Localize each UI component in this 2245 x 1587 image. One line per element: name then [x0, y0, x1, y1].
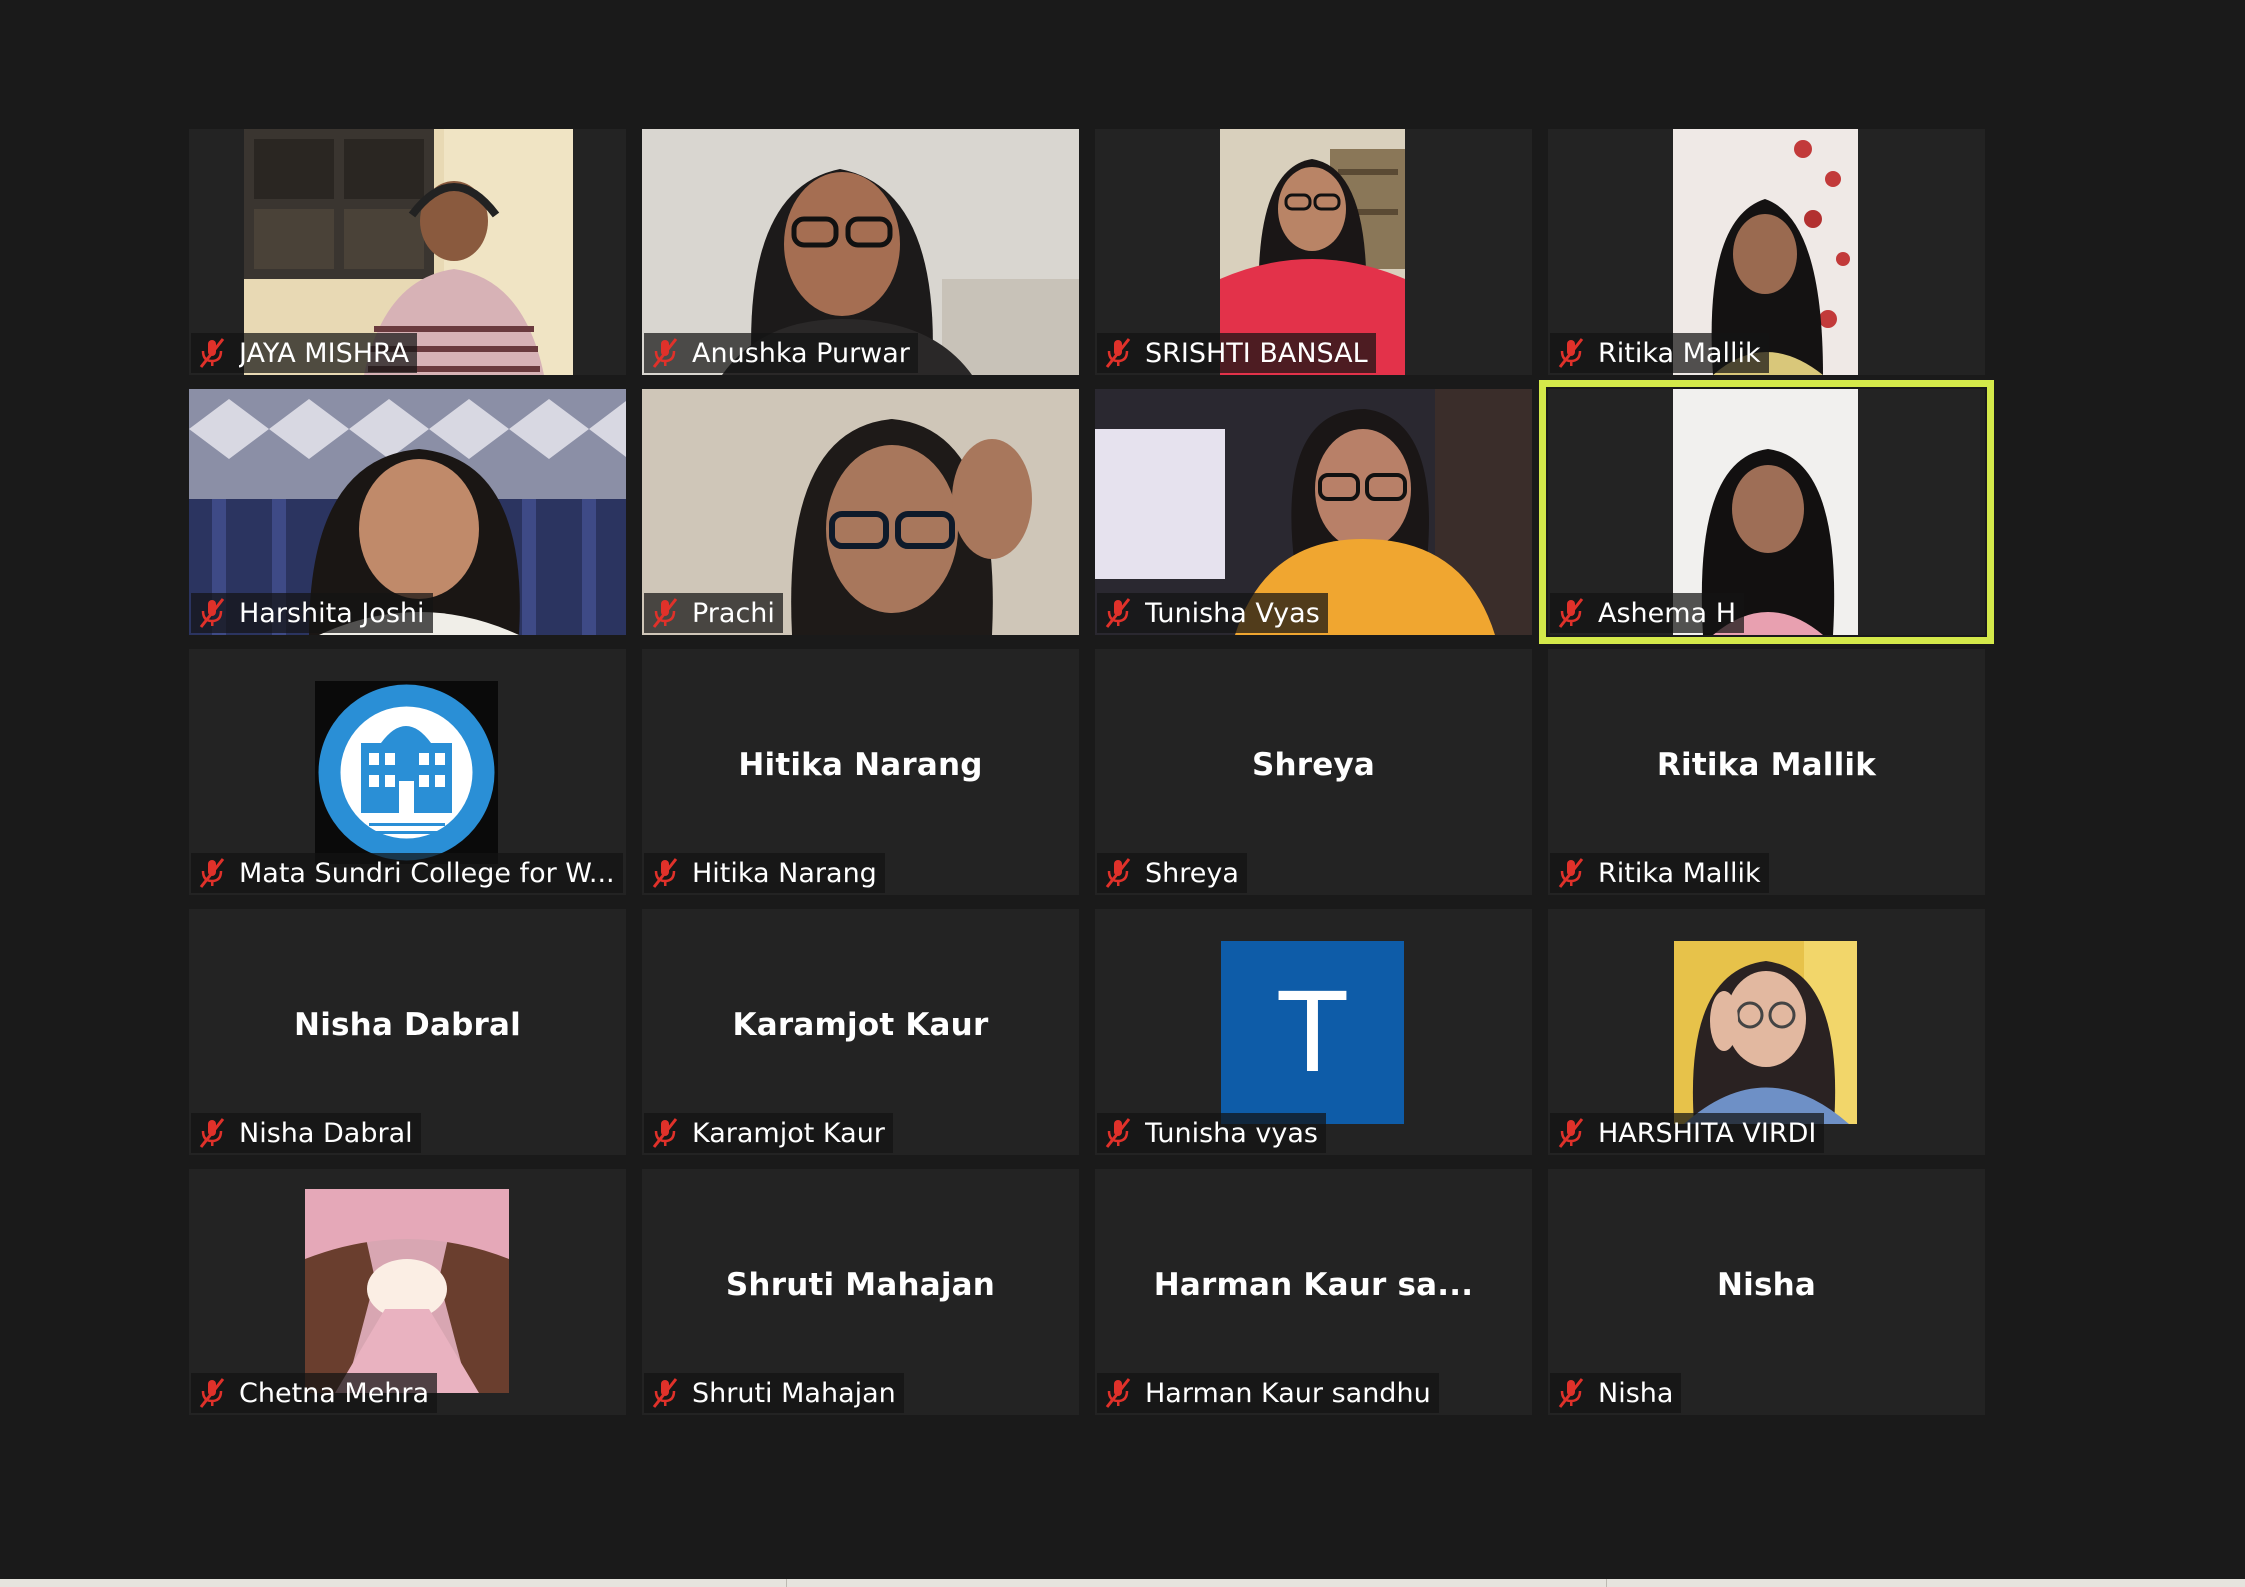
profile-picture	[1674, 941, 1857, 1124]
participant-name: Harshita Joshi	[239, 597, 425, 629]
taskbar-divider	[786, 1579, 787, 1587]
participant-name: Nisha	[1598, 1377, 1674, 1409]
nameplate: Tunisha vyas	[1097, 1113, 1326, 1153]
muted-microphone-icon	[1103, 597, 1133, 629]
participant-name: Hitika Narang	[692, 857, 877, 889]
muted-microphone-icon	[197, 1117, 227, 1149]
participant-name: Nisha Dabral	[239, 1117, 413, 1149]
nameplate: Harman Kaur sandhu	[1097, 1373, 1439, 1413]
participant-display-name: Nisha	[1716, 1267, 1816, 1303]
participant-name: Karamjot Kaur	[692, 1117, 885, 1149]
participant-display-name: Shruti Mahajan	[725, 1267, 996, 1303]
muted-microphone-icon	[197, 597, 227, 629]
nameplate: Prachi	[644, 593, 783, 633]
participant-name: Tunisha vyas	[1145, 1117, 1318, 1149]
participant-name: HARSHITA VIRDI	[1598, 1117, 1817, 1149]
nameplate: Harshita Joshi	[191, 593, 433, 633]
participant-display-name: Karamjot Kaur	[732, 1007, 989, 1043]
muted-microphone-icon	[197, 337, 227, 369]
participant-tile[interactable]: Prachi	[642, 389, 1079, 635]
nameplate: SRISHTI BANSAL	[1097, 333, 1376, 373]
muted-microphone-icon	[650, 597, 680, 629]
participant-tile[interactable]: Nisha Nisha	[1548, 1169, 1985, 1415]
participant-tile[interactable]: Nisha Dabral Nisha Dabral	[189, 909, 626, 1155]
participant-name: Ashema H	[1598, 597, 1736, 629]
muted-microphone-icon	[1556, 1117, 1586, 1149]
participant-tile[interactable]: Hitika Narang Hitika Narang	[642, 649, 1079, 895]
participant-tile[interactable]: Karamjot Kaur Karamjot Kaur	[642, 909, 1079, 1155]
participant-tile[interactable]: T Tunisha vyas	[1095, 909, 1532, 1155]
nameplate: Ashema H	[1550, 593, 1744, 633]
nameplate: Hitika Narang	[644, 853, 885, 893]
participant-tile[interactable]: HARSHITA VIRDI	[1548, 909, 1985, 1155]
nameplate: Shruti Mahajan	[644, 1373, 904, 1413]
participant-tile[interactable]: Ritika Mallik	[1548, 129, 1985, 375]
participant-tile[interactable]: Harman Kaur sa... Harman Kaur sandhu	[1095, 1169, 1532, 1415]
participant-name: Shruti Mahajan	[692, 1377, 896, 1409]
participant-tile[interactable]: Ritika Mallik Ritika Mallik	[1548, 649, 1985, 895]
participant-display-name: Ritika Mallik	[1656, 747, 1877, 783]
participant-tile[interactable]: Chetna Mehra	[189, 1169, 626, 1415]
participant-display-name: Nisha Dabral	[294, 1007, 521, 1043]
muted-microphone-icon	[1103, 1117, 1133, 1149]
participant-tile[interactable]: JAYA MISHRA	[189, 129, 626, 375]
participant-tile[interactable]: Mata Sundri College for W...	[189, 649, 626, 895]
taskbar-divider	[1606, 1579, 1607, 1587]
nameplate: Anushka Purwar	[644, 333, 918, 373]
participant-name: Mata Sundri College for W...	[239, 857, 615, 889]
participant-name: SRISHTI BANSAL	[1145, 337, 1368, 369]
nameplate: Nisha	[1550, 1373, 1682, 1413]
muted-microphone-icon	[197, 1377, 227, 1409]
taskbar-strip	[0, 1579, 2245, 1587]
participant-display-name: Shreya	[1251, 747, 1376, 783]
muted-microphone-icon	[197, 857, 227, 889]
muted-microphone-icon	[650, 1117, 680, 1149]
muted-microphone-icon	[1556, 597, 1586, 629]
nameplate: Tunisha Vyas	[1097, 593, 1328, 633]
participant-tile-active-speaker[interactable]: Ashema H	[1539, 380, 1994, 644]
participant-tile[interactable]: SRISHTI BANSAL	[1095, 129, 1532, 375]
muted-microphone-icon	[1103, 857, 1133, 889]
participant-tile[interactable]: Shruti Mahajan Shruti Mahajan	[642, 1169, 1079, 1415]
participant-tile[interactable]: Harshita Joshi	[189, 389, 626, 635]
nameplate: JAYA MISHRA	[191, 333, 418, 373]
profile-picture	[305, 1189, 509, 1393]
muted-microphone-icon	[1556, 337, 1586, 369]
participant-name: Shreya	[1145, 857, 1239, 889]
meeting-window: JAYA MISHRA Anushka Purwar SRISHTI BANSA…	[0, 0, 2245, 1587]
nameplate: Shreya	[1097, 853, 1247, 893]
participant-tile[interactable]: Tunisha Vyas	[1095, 389, 1532, 635]
nameplate: Ritika Mallik	[1550, 333, 1769, 373]
participant-name: Anushka Purwar	[692, 337, 910, 369]
participant-name: Tunisha Vyas	[1145, 597, 1320, 629]
participant-name: Ritika Mallik	[1598, 857, 1761, 889]
participant-name: Prachi	[692, 597, 775, 629]
muted-microphone-icon	[1103, 337, 1133, 369]
muted-microphone-icon	[1556, 1377, 1586, 1409]
muted-microphone-icon	[1103, 1377, 1133, 1409]
nameplate: Ritika Mallik	[1550, 853, 1769, 893]
participant-name: Harman Kaur sandhu	[1145, 1377, 1431, 1409]
participant-tile[interactable]: Anushka Purwar	[642, 129, 1079, 375]
muted-microphone-icon	[650, 1377, 680, 1409]
participant-tile[interactable]: Shreya Shreya	[1095, 649, 1532, 895]
gallery-view: JAYA MISHRA Anushka Purwar SRISHTI BANSA…	[189, 129, 1994, 1417]
participant-name: Ritika Mallik	[1598, 337, 1761, 369]
muted-microphone-icon	[650, 337, 680, 369]
nameplate: Mata Sundri College for W...	[191, 853, 623, 893]
nameplate: Karamjot Kaur	[644, 1113, 893, 1153]
participant-name: Chetna Mehra	[239, 1377, 430, 1409]
participant-name: JAYA MISHRA	[239, 337, 410, 369]
muted-microphone-icon	[650, 857, 680, 889]
initial-avatar: T	[1221, 941, 1404, 1124]
participant-display-name: Hitika Narang	[738, 747, 983, 783]
muted-microphone-icon	[1556, 857, 1586, 889]
nameplate: Chetna Mehra	[191, 1373, 438, 1413]
college-logo-avatar	[315, 681, 498, 864]
nameplate: Nisha Dabral	[191, 1113, 421, 1153]
nameplate: HARSHITA VIRDI	[1550, 1113, 1825, 1153]
participant-display-name: Harman Kaur sa...	[1153, 1267, 1474, 1303]
